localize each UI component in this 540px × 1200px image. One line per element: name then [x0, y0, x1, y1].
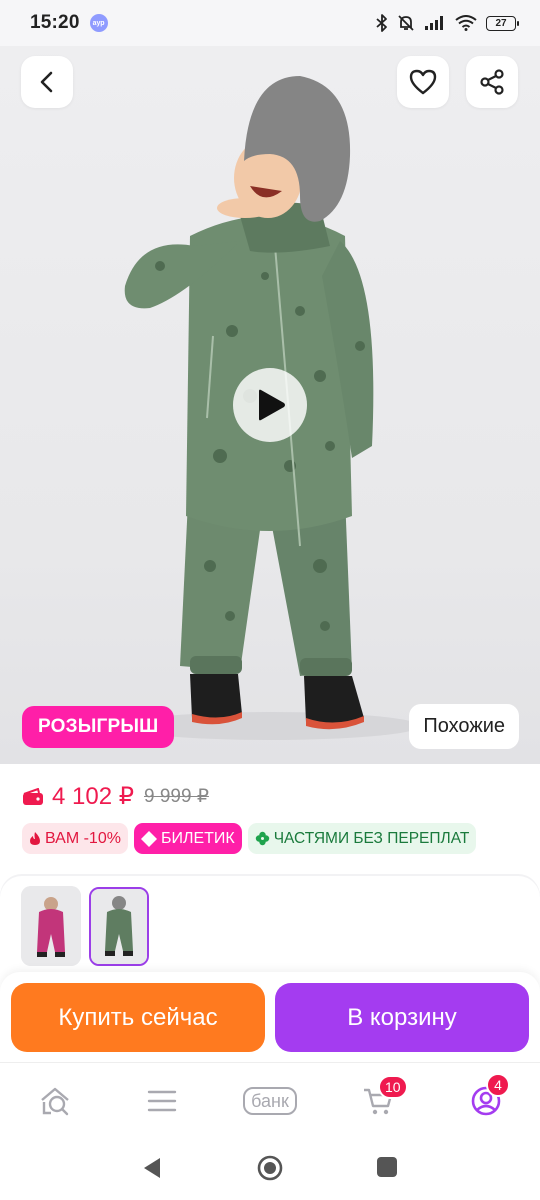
variant-image-green: [91, 889, 147, 964]
share-icon: [480, 69, 504, 95]
notification-badge: аур: [89, 14, 108, 32]
ticket-chip[interactable]: БИЛЕТИК: [133, 823, 242, 854]
product-screen: 15:20 аур 27 РОЗЫГРЫШ Похожие 4 102 ₽ 9 …: [0, 0, 540, 1200]
play-icon: [259, 389, 285, 421]
home-search-icon: [41, 1087, 69, 1116]
fire-icon: [30, 832, 40, 845]
nav-bank[interactable]: банк: [236, 1079, 304, 1123]
buy-now-button[interactable]: Купить сейчас: [11, 983, 265, 1052]
nav-home[interactable]: [36, 1079, 76, 1123]
similar-button[interactable]: Похожие: [409, 704, 519, 749]
profile-count-badge: 4: [486, 1073, 510, 1097]
status-bar: 15:20 аур 27: [0, 0, 540, 46]
favorite-button[interactable]: [397, 56, 449, 108]
share-button[interactable]: [466, 56, 518, 108]
back-button[interactable]: [21, 56, 73, 108]
nav-cart[interactable]: 10: [358, 1075, 408, 1123]
product-hero-image[interactable]: РОЗЫГРЫШ Похожие: [0, 46, 540, 764]
mute-bell-icon: [398, 15, 414, 31]
status-time: 15:20: [30, 12, 80, 33]
ticket-chip-label: БИЛЕТИК: [160, 829, 235, 847]
raffle-badge[interactable]: РОЗЫГРЫШ: [22, 706, 175, 748]
play-video-button[interactable]: [233, 368, 307, 442]
promo-chips: ВАМ -10% БИЛЕТИК ЧАСТЯМИ БЕЗ ПЕРЕПЛАТ: [22, 823, 477, 854]
menu-icon: [147, 1090, 177, 1112]
system-back-icon[interactable]: [142, 1156, 162, 1180]
discount-chip[interactable]: ВАМ -10%: [22, 823, 128, 854]
chevron-left-icon: [40, 71, 53, 93]
installments-chip[interactable]: ЧАСТЯМИ БЕЗ ПЕРЕПЛАТ: [247, 823, 477, 854]
wallet-icon: [23, 787, 43, 805]
bottom-navigation: банк 10 4: [0, 1062, 540, 1140]
nav-catalog[interactable]: [142, 1079, 182, 1123]
system-home-icon[interactable]: [256, 1154, 284, 1182]
bank-label: банк: [243, 1087, 297, 1115]
variant-image-pink: [21, 886, 81, 966]
signal-icon: [425, 16, 443, 30]
ticket-icon: [140, 830, 157, 847]
clover-icon: [255, 831, 269, 846]
current-price: 4 102 ₽: [52, 783, 134, 810]
variant-thumbnail-green[interactable]: [89, 887, 149, 966]
heart-icon: [409, 69, 437, 95]
cart-count-badge: 10: [378, 1075, 408, 1099]
status-icons: 27: [376, 14, 519, 32]
bluetooth-icon: [376, 14, 387, 32]
price-row: 4 102 ₽ 9 999 ₽: [22, 782, 209, 811]
variant-thumbnail-pink[interactable]: [21, 886, 81, 966]
discount-chip-label: ВАМ -10%: [45, 829, 121, 847]
old-price: 9 999 ₽: [144, 786, 209, 807]
system-recents-icon[interactable]: [377, 1157, 397, 1177]
nav-profile[interactable]: 4: [466, 1073, 510, 1123]
color-variants: [0, 876, 540, 972]
installments-chip-label: ЧАСТЯМИ БЕЗ ПЕРЕПЛАТ: [273, 829, 470, 847]
add-to-cart-button[interactable]: В корзину: [275, 983, 529, 1052]
battery-indicator: 27: [486, 15, 519, 31]
wifi-icon: [455, 15, 477, 31]
purchase-actions: Купить сейчас В корзину: [0, 972, 540, 1062]
system-navigation: [0, 1140, 540, 1200]
